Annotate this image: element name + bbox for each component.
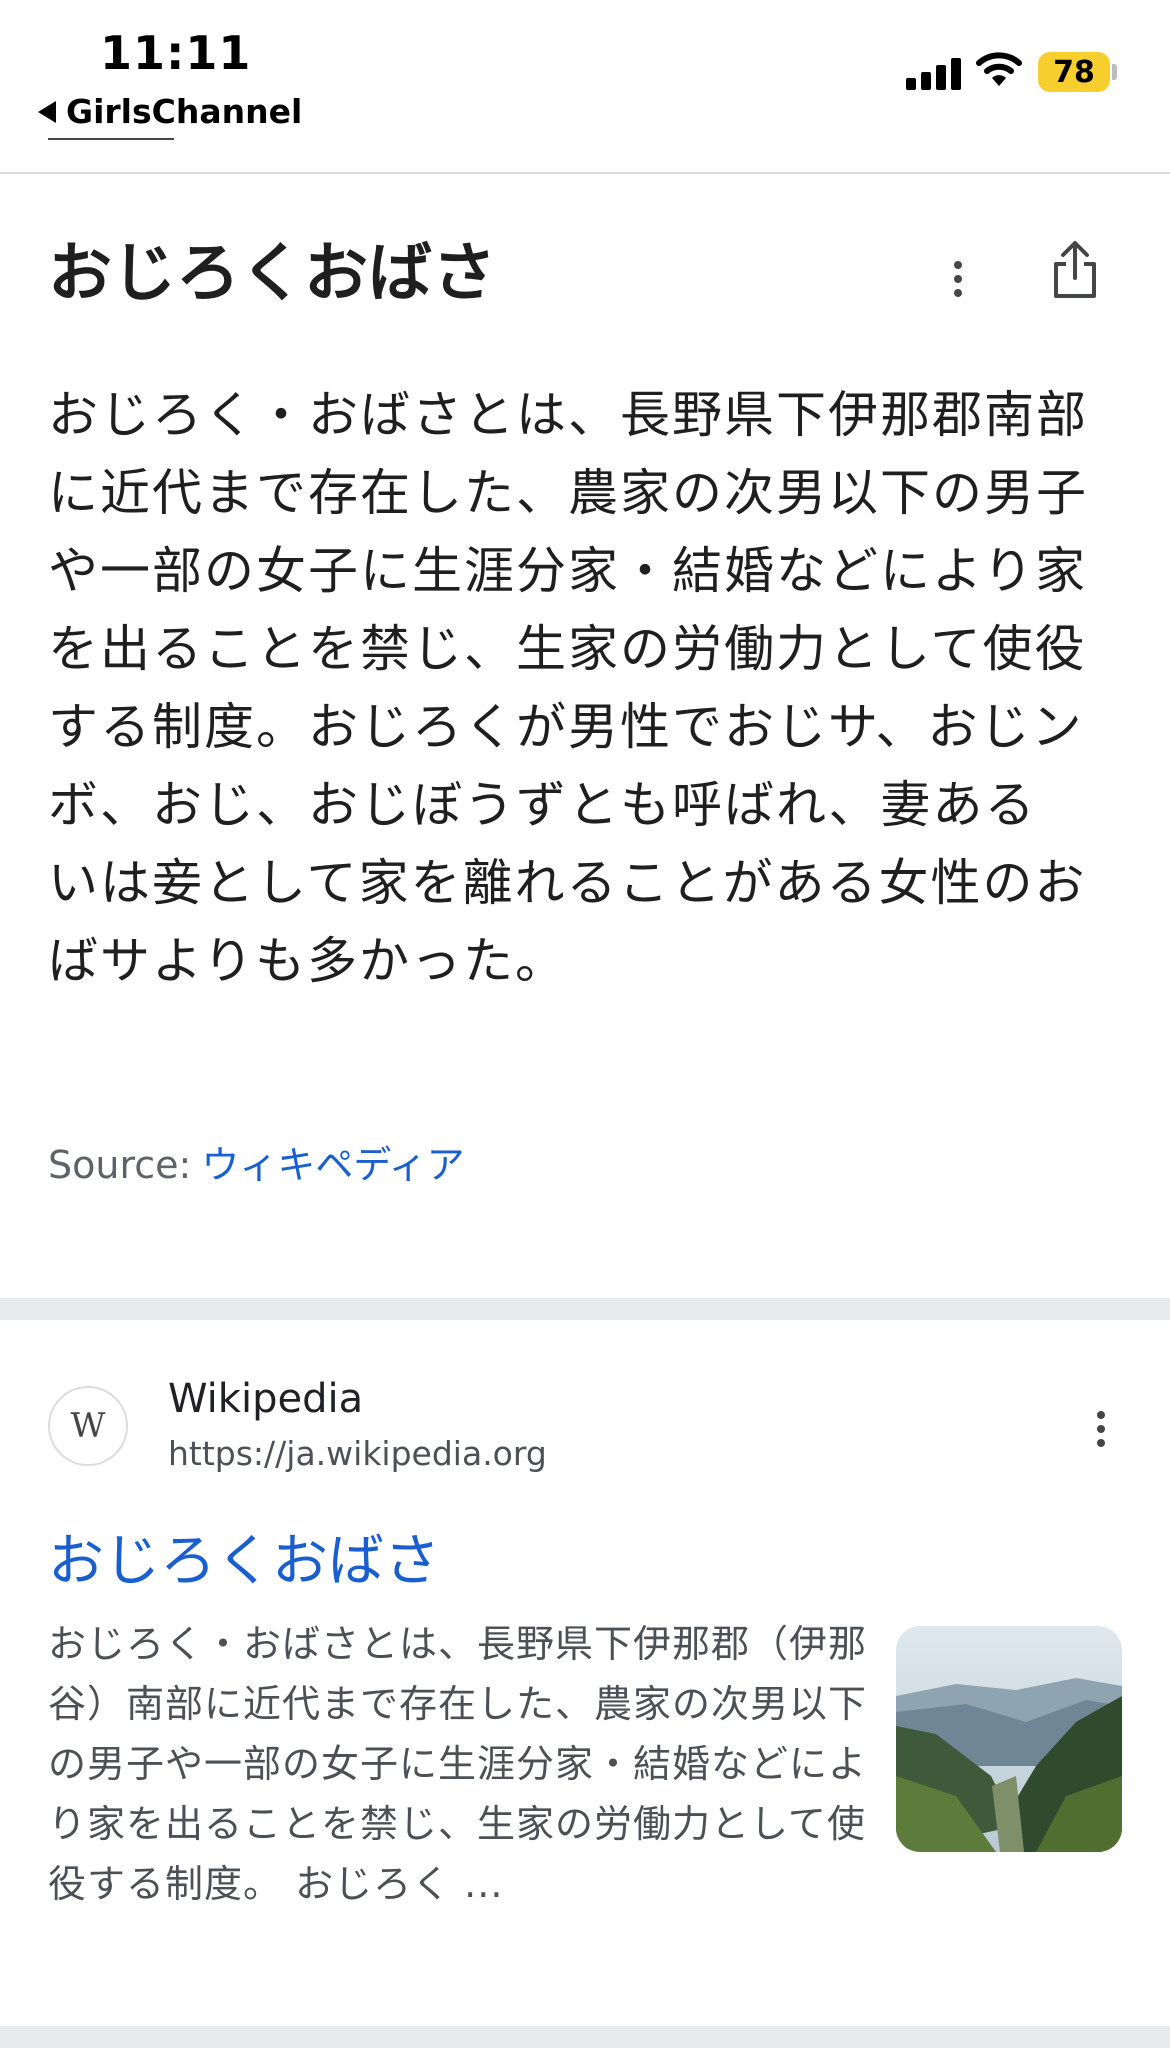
back-app-label: GirlsChannel (66, 92, 303, 131)
status-bar: 11:11 GirlsChannel 78 (0, 0, 1170, 174)
knowledge-panel-description: おじろく・おばさとは、長野県下伊那郡南部に近代まで存在した、農家の次男以下の男子… (48, 386, 1088, 990)
result-snippet: おじろく・おばさとは、長野県下伊那郡（伊那谷）南部に近代まで存在した、農家の次男… (48, 1622, 868, 1906)
battery-tip (1112, 64, 1117, 80)
cellular-signal-icon (906, 56, 961, 90)
section-divider-bottom (0, 2026, 1170, 2048)
result-more-icon[interactable] (1086, 1404, 1116, 1454)
wifi-icon (976, 50, 1022, 92)
share-icon[interactable] (1048, 238, 1102, 302)
back-to-app-link[interactable]: GirlsChannel (38, 92, 302, 131)
battery-indicator: 78 (1038, 52, 1110, 92)
site-favicon[interactable]: W (48, 1386, 128, 1466)
source-label: Source: (48, 1143, 192, 1187)
result-thumbnail-image[interactable] (896, 1626, 1122, 1852)
result-site-url[interactable]: https://ja.wikipedia.org (168, 1434, 547, 1473)
more-vert-icon[interactable] (938, 254, 978, 304)
back-triangle-icon (38, 100, 56, 123)
source-link[interactable]: ウィキペディア (201, 1143, 464, 1187)
section-divider (0, 1298, 1170, 1320)
battery-level: 78 (1053, 54, 1095, 90)
result-title-link[interactable]: おじろくおばさ (48, 1516, 440, 1597)
back-underline (48, 138, 174, 140)
knowledge-panel-title: おじろくおばさ (48, 237, 496, 311)
knowledge-panel-source: Source: ウィキペディア (48, 1134, 465, 1189)
result-site-name[interactable]: Wikipedia (168, 1376, 363, 1422)
status-time: 11:11 (100, 26, 252, 80)
